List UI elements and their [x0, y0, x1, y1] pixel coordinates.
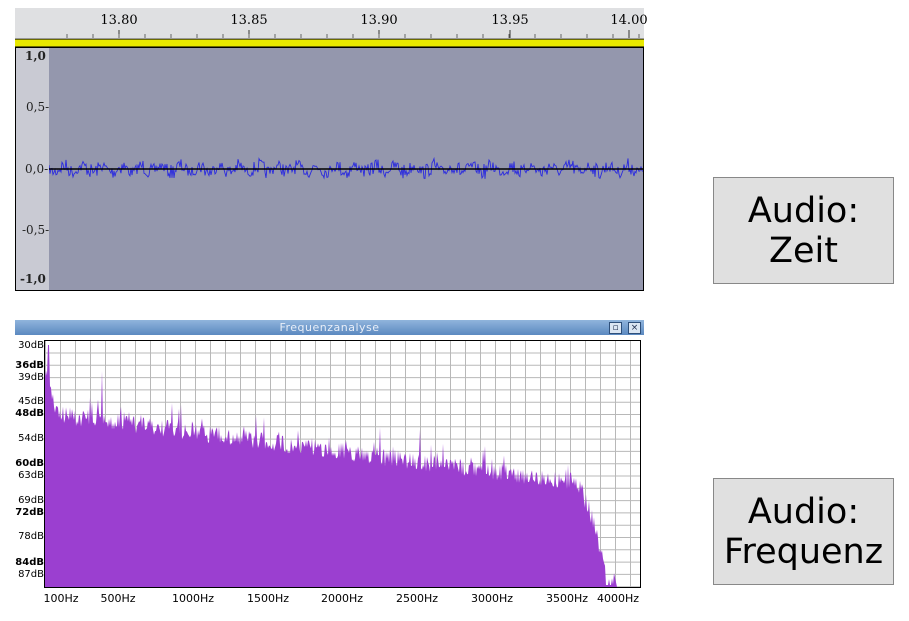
- db-label: 60dB: [15, 458, 44, 469]
- db-label: 63dB: [18, 470, 44, 481]
- amplitude-label: -0,5-: [22, 223, 50, 237]
- time-tick-label: 13.85: [230, 13, 268, 28]
- db-label: 36dB: [15, 360, 44, 371]
- hz-label: 100Hz: [43, 592, 79, 605]
- db-label: 39dB: [18, 372, 44, 383]
- time-tick-label: 13.90: [360, 13, 398, 28]
- hz-label: 2500Hz: [395, 592, 439, 605]
- time-domain-label: Audio: Zeit: [713, 177, 894, 284]
- spectrum-plot[interactable]: [44, 340, 641, 588]
- hz-label: 500Hz: [100, 592, 136, 605]
- waveform: [49, 156, 643, 180]
- hz-label: 3500Hz: [545, 592, 589, 605]
- db-label: 30dB: [18, 340, 44, 351]
- frequency-window-title: Frequenzanalyse: [279, 321, 380, 334]
- hz-label: 1000Hz: [171, 592, 215, 605]
- db-label: 45dB: [18, 396, 44, 407]
- amplitude-label: 1,0: [25, 49, 46, 63]
- selection-bar[interactable]: [15, 39, 644, 47]
- time-tick-label: 13.95: [491, 13, 529, 28]
- db-label: 78dB: [18, 531, 44, 542]
- time-tick-label: 13.80: [100, 13, 138, 28]
- hz-label: 2000Hz: [320, 592, 364, 605]
- db-label: 72dB: [15, 507, 44, 518]
- db-axis: 30dB 36dB 39dB 45dB 48dB 54dB 60dB 63dB …: [15, 335, 44, 591]
- amplitude-label: 0,0-: [25, 162, 49, 176]
- frequency-axis: 100Hz 500Hz 1000Hz 1500Hz 2000Hz 2500Hz …: [15, 589, 644, 609]
- time-tick-label: 14.00: [610, 13, 648, 28]
- db-label: 69dB: [18, 495, 44, 506]
- frequency-window-titlebar[interactable]: Frequenzanalyse ▫ ×: [15, 320, 644, 335]
- spectrum-graph: [45, 341, 640, 587]
- amplitude-label: 0,5-: [26, 100, 50, 114]
- hz-label: 3000Hz: [470, 592, 514, 605]
- db-label: 54dB: [18, 433, 44, 444]
- frequency-domain-label: Audio: Frequenz: [713, 478, 894, 585]
- hz-label: 4000Hz: [596, 592, 640, 605]
- amplitude-ruler: 1,0 0,5- 0,0- -0,5- -1,0: [16, 48, 49, 290]
- db-label: 84dB: [15, 557, 44, 568]
- time-ruler[interactable]: 13.80 13.85 13.90 13.95 14.00: [15, 8, 648, 39]
- maximize-icon[interactable]: ▫: [609, 322, 622, 334]
- amplitude-label: -1,0: [20, 272, 46, 286]
- db-label: 48dB: [15, 408, 44, 419]
- db-label: 87dB: [18, 569, 44, 580]
- close-icon[interactable]: ×: [628, 322, 641, 334]
- hz-label: 1500Hz: [246, 592, 290, 605]
